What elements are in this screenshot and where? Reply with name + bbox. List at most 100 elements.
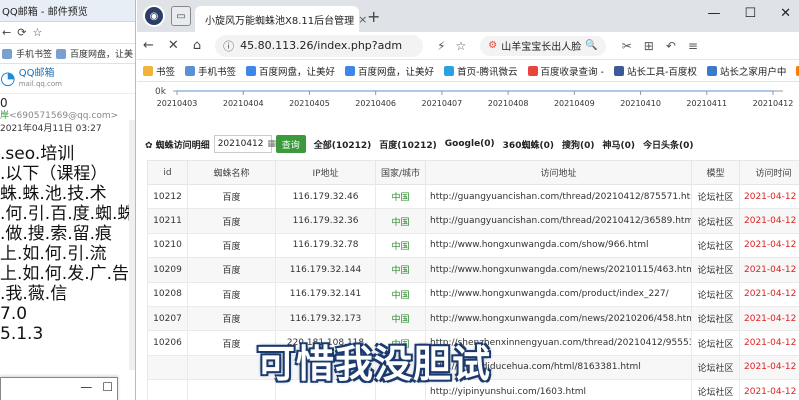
bookmark-label: 首页-腾讯微云 — [457, 66, 518, 78]
refresh-icon[interactable]: ⟳ — [17, 26, 26, 39]
mail-body-line: .做.搜.索.留.痕 — [0, 224, 113, 244]
bookmark-item[interactable]: 百度收录查询 - — [527, 64, 604, 78]
cell-id: 10208 — [147, 281, 188, 307]
cell-ip: 116.179.32.173 — [275, 305, 376, 332]
cell-url[interactable]: http://guangyuancishan.com/thread/202104… — [425, 208, 692, 234]
filter-toutiao[interactable]: 今日头条(0) — [643, 138, 694, 151]
screenshot-root: QQ邮箱 - 邮件预览 ← ⟳ ☆ 手机书签 百度网盘，让美 ◔ QQ邮箱 ma… — [0, 0, 799, 400]
minimized-popup[interactable]: — ☐ — [0, 377, 118, 400]
undo-icon[interactable]: ↶ — [666, 39, 676, 53]
table-row[interactable]: 10211 百度 116.179.32.36 中国 http://guangyuanci… — [147, 208, 799, 234]
close-icon[interactable]: ✕ — [780, 6, 791, 21]
date-input[interactable]: 20210412 ▦ — [213, 135, 276, 153]
bookmark-item[interactable]: 百度网盘，让美好 — [345, 64, 434, 78]
mail-number: 0 — [0, 96, 8, 110]
cell-time: 2021-04-12 09 — [739, 305, 799, 332]
cell-time: 2021-04-12 09 — [739, 354, 799, 381]
bookmark-item[interactable]: 手机书签 — [185, 64, 236, 78]
cell-ip: 116.179.32.78 — [275, 232, 376, 259]
minimize-icon[interactable]: — — [707, 6, 720, 21]
mail-body: .seo.培训 .以下（课程） 蛛.蛛.池.技.术 .何.引.百.度.蜘.蛛) … — [0, 144, 135, 344]
calendar-icon[interactable]: ▦ — [268, 139, 277, 149]
bookmark-item[interactable]: 站长之家用户中 — [706, 64, 786, 78]
maximize-icon[interactable]: ☐ — [102, 380, 113, 394]
cell-model: 论坛社区 — [691, 183, 740, 210]
home-icon[interactable]: ⌂ — [193, 38, 201, 53]
bookmark-item[interactable]: 站长工具-百度权 — [613, 64, 697, 78]
filter-360[interactable]: 360蜘蛛(0) — [503, 138, 554, 151]
filter-google[interactable]: Google(0) — [445, 139, 495, 149]
grid-icon[interactable]: ⊞ — [644, 39, 654, 53]
cell-region: 中国 — [375, 305, 426, 332]
search-box[interactable]: ⚙ 山羊宝宝长出人脸 🔍 — [480, 35, 606, 56]
qq-mail-title: QQ邮箱 - 邮件预览 — [0, 0, 135, 22]
bookmark-label: 百度收录查询 - — [540, 66, 604, 78]
bookmark-label: 站长工具-百度权 — [626, 66, 697, 78]
url-field[interactable]: ⓘ 45.80.113.26/index.php?adm — [215, 34, 424, 57]
x-tick-label: 20210406 — [355, 99, 396, 108]
cell-model: 论坛社区 — [691, 305, 740, 332]
table-row[interactable]: 10212 百度 116.179.32.46 中国 http://guangyuanci… — [147, 183, 799, 210]
star-icon[interactable]: ☆ — [456, 39, 467, 53]
cell-url[interactable]: http://www.hongxunwangda.com/news/202101… — [425, 257, 692, 283]
cell-id: 10211 — [147, 208, 188, 234]
new-tab-icon[interactable]: + — [367, 7, 380, 26]
cell-time: 2021-04-12 09 — [739, 330, 799, 356]
cell-url[interactable]: http://www.hongxunwangda.com/product/ind… — [425, 281, 692, 307]
bookmark-baidu-pan[interactable]: 百度网盘，让美 — [70, 47, 133, 60]
col-time: 访问时间 — [739, 160, 799, 185]
tab-actions-icon[interactable]: ▭ — [171, 6, 191, 26]
table-row[interactable]: 10208 百度 116.179.32.141 中国 http://www.hongxu… — [147, 281, 799, 307]
table-row[interactable]: 10210 百度 116.179.32.78 中国 http://www.hongxun… — [147, 232, 799, 259]
filter-baidu[interactable]: 百度(10212) — [379, 138, 437, 151]
search-engine-icon: ⚙ — [488, 40, 498, 51]
query-button[interactable]: 查询 — [275, 135, 306, 153]
cell-ip: 116.179.32.36 — [275, 208, 376, 234]
filter-shenma[interactable]: 神马(0) — [602, 138, 635, 151]
search-icon[interactable]: 🔍 — [585, 40, 597, 51]
mail-body-line: .以下（课程） — [0, 164, 108, 184]
minimize-icon[interactable]: — — [80, 380, 92, 394]
table-row[interactable]: 10207 百度 116.179.32.173 中国 http://www.hongxu… — [147, 305, 799, 332]
bookmark-item[interactable]: 首页-腾讯微云 — [444, 64, 518, 78]
cell-model: 论坛社区 — [691, 281, 740, 307]
mail-scrollbar[interactable] — [129, 120, 135, 370]
address-bar: ← ✕ ⌂ ⓘ 45.80.113.26/index.php?adm ⚡ ☆ ⚙… — [137, 32, 799, 60]
bookmark-icon — [185, 65, 196, 76]
cell-url[interactable]: http://guangyuancishan.com/thread/202104… — [425, 183, 692, 210]
stop-icon[interactable]: ✕ — [168, 38, 179, 53]
cell-id: 10206 — [147, 330, 188, 356]
maximize-icon[interactable]: ☐ — [744, 6, 756, 21]
cell-id: 10207 — [147, 305, 188, 332]
mail-body-line: .我.薇.信 — [0, 284, 68, 304]
lightning-icon[interactable]: ⚡ — [437, 39, 445, 53]
bookmark-item[interactable]: 百度网盘，让美好 — [246, 64, 335, 78]
mail-body-line: 7.0 — [0, 304, 28, 324]
qq-mail-nav: ← ⟳ ☆ — [0, 22, 135, 44]
x-tick-label: 20210408 — [488, 99, 529, 108]
x-tick-label: 20210407 — [422, 99, 463, 108]
bookmark-item[interactable]: 书签 — [143, 64, 175, 78]
tab-close-icon[interactable]: × — [358, 13, 367, 26]
cell-id — [147, 354, 188, 381]
crop-icon[interactable]: ✂ — [622, 39, 632, 53]
mail-body-line: .seo.培训 — [0, 144, 75, 164]
filter-sogou[interactable]: 搜狗(0) — [562, 138, 595, 151]
filter-all[interactable]: 全部(10212) — [314, 138, 372, 151]
bookmark-label: 百度网盘，让美好 — [358, 66, 435, 78]
table-row[interactable]: 10209 百度 116.179.32.144 中国 http://www.hongxu… — [147, 257, 799, 283]
back-icon[interactable]: ← — [2, 26, 11, 39]
cell-region: 中国 — [375, 232, 426, 259]
cell-region: 中国 — [375, 208, 426, 234]
star-icon[interactable]: ☆ — [32, 26, 42, 39]
back-icon[interactable]: ← — [143, 38, 154, 53]
profile-avatar[interactable]: ◉ — [143, 5, 165, 27]
url-text: 45.80.113.26/index.php?adm — [240, 39, 403, 52]
menu-icon[interactable]: ≡ — [688, 39, 698, 53]
cell-spider: 百度 — [187, 257, 276, 283]
cell-url[interactable]: http://www.hongxunwangda.com/news/202102… — [425, 305, 692, 332]
cell-url[interactable]: http://www.hongxunwangda.com/show/966.ht… — [425, 232, 692, 259]
bookmark-mobile[interactable]: 手机书签 — [16, 47, 52, 60]
bookmark-icon — [345, 65, 356, 76]
tab-active[interactable]: 小旋风万能蜘蛛池X8.11后台管理 × — [195, 6, 367, 32]
